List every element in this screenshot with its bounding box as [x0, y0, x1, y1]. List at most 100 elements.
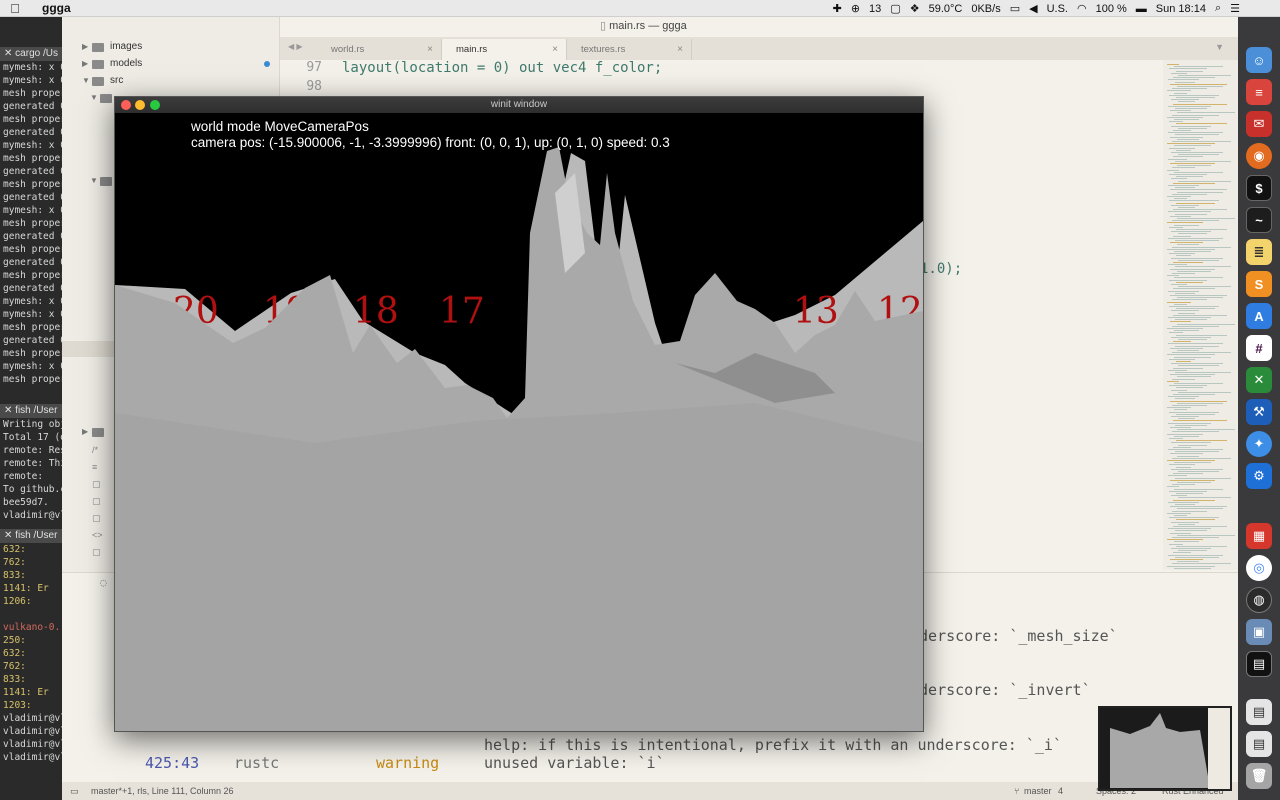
sidebar-item-models[interactable]: ▶ models [82, 56, 142, 72]
close-icon[interactable]: ✕ [4, 48, 15, 59]
close-icon[interactable]: ✕ [4, 530, 15, 541]
wifi-icon[interactable]: ◠ [1077, 2, 1087, 15]
terminal-tab-cargo[interactable]: ✕ cargo /Us [0, 47, 62, 61]
todo-count[interactable]: 13 [869, 3, 881, 15]
square-icon[interactable]: ▢ [890, 2, 900, 15]
minimap-line [1173, 473, 1203, 475]
tab-nav-arrows[interactable]: ◀ ▶ [288, 42, 303, 51]
finder-icon[interactable]: ☺ [1246, 47, 1272, 73]
minimap-line [1172, 431, 1219, 433]
apple-menu-icon[interactable]:  [0, 1, 30, 16]
trash-icon[interactable]: 🗑 [1246, 763, 1272, 789]
zoom-button[interactable] [150, 100, 160, 110]
panel-toggle-icon[interactable]: ▭ [70, 782, 79, 800]
close-icon[interactable]: × [552, 39, 558, 60]
file-icon[interactable]: ▢ [92, 476, 103, 493]
close-icon[interactable]: ✕ [4, 405, 15, 416]
input-source[interactable]: U.S. [1047, 3, 1068, 15]
network-icon[interactable]: ⊕ [851, 2, 860, 15]
terminal-line: remote: Thi [3, 458, 62, 469]
file-icon[interactable]: ▢ [92, 544, 103, 561]
minimap-line [1177, 165, 1211, 167]
close-icon[interactable]: × [677, 39, 683, 60]
xcode-build-icon[interactable]: ⚙ [1246, 463, 1272, 489]
dropbox-icon[interactable]: ❖ [910, 2, 920, 15]
sidebar-item-images[interactable]: ▶ images [82, 39, 142, 55]
activity-monitor-icon[interactable]: ~ [1246, 207, 1272, 233]
minimap-line [1170, 189, 1227, 191]
close-button[interactable] [121, 100, 131, 110]
minimap[interactable] [1163, 60, 1238, 570]
control-center-icon[interactable]: ☰ [1230, 2, 1240, 15]
safari-icon[interactable]: ✦ [1246, 431, 1272, 457]
output-level: warning [376, 754, 440, 772]
sidebar-item-target[interactable]: ▶ [82, 424, 110, 440]
terminal-tab-fish-2[interactable]: ✕ fish /User [0, 529, 62, 543]
sidebar-item-src[interactable]: ▼ src [82, 73, 123, 89]
file-icon[interactable]: /* [92, 442, 103, 459]
github-icon[interactable]: ◍ [1246, 587, 1272, 613]
clock[interactable]: Sun 18:14 [1156, 3, 1206, 15]
airplay-icon[interactable]: ▭ [1010, 2, 1020, 15]
volume-icon[interactable]: ◀ [1029, 2, 1037, 15]
plus-icon[interactable]: ✚ [833, 2, 842, 15]
net-speed[interactable]: 0KB/s [971, 3, 1000, 15]
winit-titlebar[interactable]: winit window [115, 97, 923, 113]
terminal-app-icon[interactable]: $ [1246, 175, 1272, 201]
minimap-line [1171, 336, 1211, 338]
app-store-icon[interactable]: A [1246, 303, 1272, 329]
code-fragment[interactable]: 1.0); [920, 261, 962, 277]
minimap-line [1167, 354, 1215, 356]
git-branch[interactable]: master [1024, 782, 1052, 800]
battery-percent[interactable]: 100 % [1096, 3, 1127, 15]
tab-main-rs[interactable]: main.rs × [442, 39, 567, 60]
active-app-name[interactable]: ggga [42, 1, 71, 15]
close-icon[interactable]: × [427, 39, 433, 60]
preview-icon[interactable]: ▣ [1246, 619, 1272, 645]
tab-textures-rs[interactable]: textures.rs × [567, 39, 692, 60]
sublime-text-icon[interactable]: S [1246, 271, 1272, 297]
minimap-line [1168, 237, 1223, 239]
firefox-icon[interactable]: ◉ [1246, 143, 1272, 169]
terminal-tab-label: cargo /Us [15, 48, 58, 59]
render-viewport[interactable]: 20 19 18 17 13 12 world mode MoveCameraP… [115, 113, 923, 731]
tools-icon[interactable]: ✕ [1246, 367, 1272, 393]
downloads-stack-icon[interactable]: ▤ [1246, 731, 1272, 757]
fantastical-icon[interactable]: ▦ [1246, 523, 1272, 549]
search-icon[interactable]: ⌕ [1215, 2, 1221, 15]
minimap-line [1174, 66, 1223, 68]
minimap-line [1176, 123, 1227, 125]
output-location[interactable]: 425:43 [145, 754, 199, 772]
terminal-line: 762: [3, 557, 26, 568]
cpu-temp[interactable]: 59.0°C [929, 3, 963, 15]
tab-world-rs[interactable]: world.rs × [317, 39, 442, 60]
minimap-line [1167, 64, 1179, 65]
document-stack-icon[interactable]: ▤ [1246, 699, 1272, 725]
slack-icon[interactable]: # [1246, 335, 1272, 361]
file-icon[interactable]: ▢ [92, 493, 103, 510]
minimap-line [1176, 255, 1191, 257]
mailplane-icon[interactable]: ✉ [1246, 111, 1272, 137]
chrome-icon[interactable]: ◎ [1246, 555, 1272, 581]
file-icon[interactable]: <> [92, 527, 103, 544]
terminal-tab-fish[interactable]: ✕ fish /User [0, 404, 62, 418]
winit-window[interactable]: winit window 20 19 18 17 13 12 world mod… [114, 96, 924, 732]
minimap-line [1168, 185, 1199, 186]
code-line[interactable]: layout(location = 0) out vec4 f_color; [342, 60, 662, 76]
folder-icon [92, 427, 104, 437]
notes-icon[interactable]: ≣ [1246, 239, 1272, 265]
minimap-line [1176, 70, 1203, 72]
terminal-line: 1141: Er [3, 687, 49, 698]
todoist-icon[interactable]: ≡ [1246, 79, 1272, 105]
tab-overflow-icon[interactable]: ▼ [1215, 42, 1224, 52]
xcode-icon[interactable]: ⚒ [1246, 399, 1272, 425]
file-icon[interactable]: ▢ [92, 510, 103, 527]
minimap-line [1173, 262, 1203, 263]
terminal-pane[interactable]: ✕ cargo /Us mymesh: x 0 mymesh: x 0 mesh p… [0, 17, 62, 800]
console-icon[interactable]: ▤ [1246, 651, 1272, 677]
file-icon[interactable]: ≡ [92, 459, 103, 476]
battery-icon[interactable]: ▬ [1136, 3, 1147, 15]
minimize-button[interactable] [135, 100, 145, 110]
screenshot-thumbnail[interactable] [1098, 706, 1232, 791]
minimap-line [1170, 400, 1227, 402]
